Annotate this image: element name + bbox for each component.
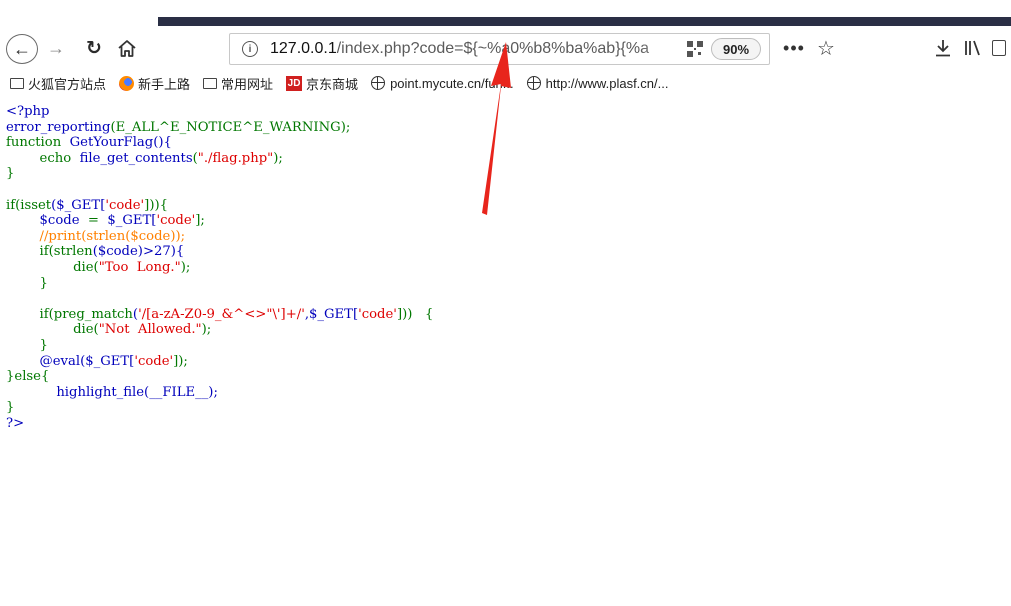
code-token: (E_ALL^E_NOTICE^E_WARNING); (110, 119, 351, 135)
bookmark-label: 京东商城 (306, 76, 359, 92)
code-token: if(isset (6, 197, 52, 213)
code-token: (__FILE__); (144, 384, 218, 400)
bookmark-plasf[interactable]: http://www.plasf.cn/... (526, 75, 669, 91)
code-token: ($_GET[ (51, 197, 106, 213)
code-token: GetYourFlag(){ (69, 135, 172, 151)
home-icon[interactable] (114, 33, 140, 63)
code-token: "Not Allowed." (98, 322, 202, 338)
library-icon[interactable] (960, 33, 986, 63)
bookmark-firefox-official[interactable]: 火狐官方站点 (10, 74, 106, 93)
code-token: } (39, 275, 48, 291)
code-token: "./flag.php" (197, 150, 274, 166)
php-source-code: <?php error_reporting(E_ALL^E_NOTICE^E_W… (6, 104, 434, 431)
code-token: file_get_contents (79, 150, 193, 166)
bookmarks-toolbar: 火狐官方站点 新手上路 常用网址 JD 京东商城 point.mycute.cn… (0, 70, 1011, 96)
code-token: 'code' (358, 306, 397, 322)
url-path: /index.php?code=${~%a0%b8%ba%ab}{%a (336, 40, 649, 57)
more-icon[interactable]: ••• (781, 33, 807, 63)
bookmark-point-mycute[interactable]: point.mycute.cn/fun... (371, 76, 514, 91)
bookmark-getting-started[interactable]: 新手上路 (119, 74, 190, 93)
code-token: if(preg_match (39, 306, 133, 322)
back-arrow-icon[interactable]: ← (6, 34, 38, 64)
sidebar-icon[interactable] (992, 40, 1006, 56)
browser-toolbar: ← → ↻ i 127.0.0.1/index.php?code=${~%a0%… (0, 26, 1011, 70)
code-token: ])){ (144, 197, 168, 213)
bookmark-label: 常用网址 (221, 76, 274, 92)
url-host: 127.0.0.1 (270, 40, 337, 57)
jd-icon: JD (286, 75, 303, 91)
forward-arrow-icon[interactable]: → (44, 33, 68, 63)
code-token: }else{ (6, 369, 50, 385)
code-token: ,$_GET[ (304, 306, 359, 322)
code-comment: //print(strlen($code)); (39, 228, 186, 244)
bookmark-label: 新手上路 (138, 76, 191, 92)
info-icon[interactable]: i (242, 41, 258, 57)
qr-code-icon[interactable] (687, 41, 703, 57)
code-token: ); (273, 150, 283, 166)
url-bar[interactable]: i 127.0.0.1/index.php?code=${~%a0%b8%ba%… (229, 33, 770, 65)
code-token: @eval (39, 353, 81, 369)
code-token: $_GET[ (107, 213, 157, 229)
code-token: ($code)>27){ (92, 244, 185, 260)
code-token: '/[a-zA-Z0-9_&^<>"\']+/' (138, 306, 305, 322)
code-token: ])) { (396, 306, 434, 322)
url-input[interactable]: 127.0.0.1/index.php?code=${~%a0%b8%ba%ab… (270, 40, 690, 58)
folder-icon (203, 77, 218, 89)
code-token: ); (201, 322, 212, 338)
code-token: ]; (195, 213, 205, 229)
code-token: } (6, 166, 15, 182)
reload-icon[interactable]: ↻ (82, 33, 106, 63)
code-token: function (6, 135, 62, 151)
window-title-bar (158, 17, 1011, 26)
code-token: if(strlen (39, 244, 93, 260)
globe-icon (371, 76, 386, 90)
code-token: 'code' (156, 213, 196, 229)
code-token: "Too Long." (98, 259, 181, 275)
code-token: ?> (6, 415, 25, 431)
code-token: die( (73, 322, 99, 338)
download-icon[interactable] (930, 33, 956, 63)
code-token: = (87, 213, 99, 229)
code-token: echo (39, 150, 72, 166)
code-token: ($_GET[ (80, 353, 135, 369)
code-token: 'code' (134, 353, 174, 369)
code-token: ); (180, 259, 191, 275)
code-token: highlight_file (56, 384, 145, 400)
bookmark-common-sites[interactable]: 常用网址 (203, 74, 273, 93)
code-token: ]); (173, 353, 188, 369)
code-token: 'code' (105, 197, 145, 213)
bookmark-star-icon[interactable]: ☆ (813, 33, 839, 63)
bookmark-jd-mall[interactable]: JD 京东商城 (286, 74, 358, 93)
bookmark-label: http://www.plasf.cn/... (545, 75, 669, 91)
bookmark-label: point.mycute.cn/fun... (390, 75, 514, 91)
code-token: } (39, 337, 48, 353)
folder-icon (10, 77, 24, 89)
bookmark-label: 火狐官方站点 (28, 76, 107, 92)
code-token: $code (39, 213, 80, 229)
code-token: } (6, 400, 15, 416)
code-token: error_reporting (6, 119, 111, 135)
zoom-level-badge[interactable]: 90% (711, 38, 761, 60)
firefox-icon (119, 75, 135, 91)
code-token: <?php (6, 104, 50, 119)
globe-icon (526, 76, 541, 90)
code-token: die( (73, 259, 99, 275)
